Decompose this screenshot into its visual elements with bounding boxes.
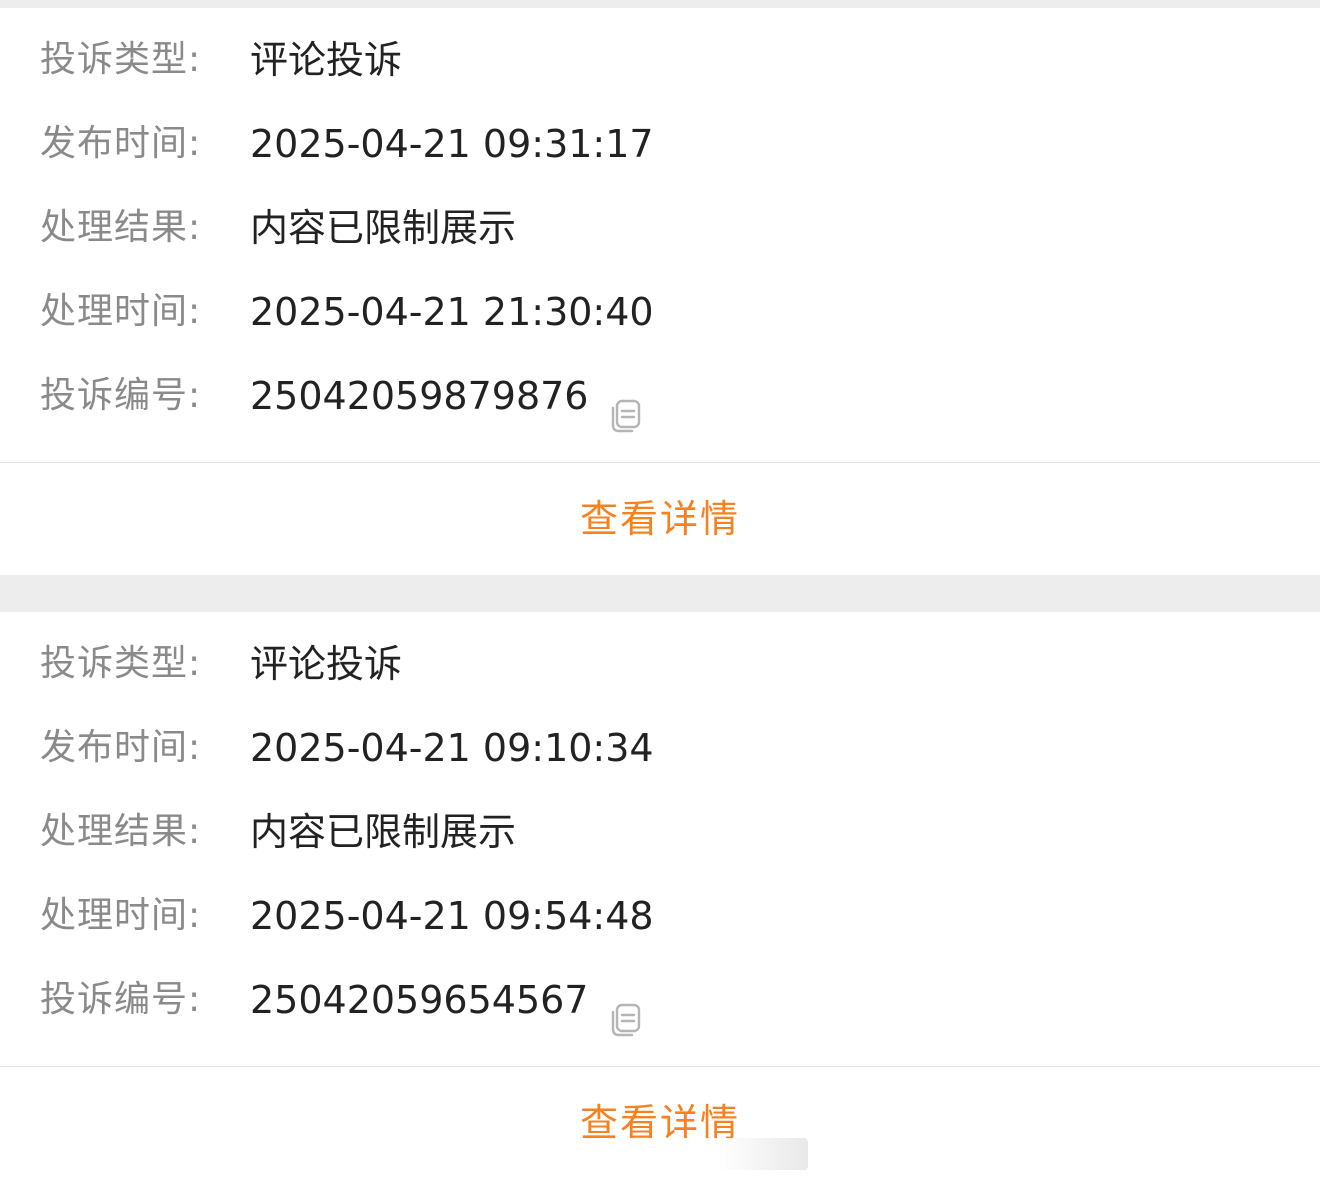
view-details-button[interactable]: 查看详情 (0, 463, 1320, 575)
handle-time-row: 处理时间: 2025-04-21 21:30:40 (0, 270, 1320, 354)
complaint-type-value: 评论投诉 (250, 642, 403, 686)
handle-time-row: 处理时间: 2025-04-21 09:54:48 (0, 874, 1320, 958)
complaint-card: 投诉类型: 评论投诉 发布时间: 2025-04-21 09:10:34 处理结… (0, 612, 1320, 1180)
copy-icon[interactable] (608, 982, 644, 1037)
handle-time-label: 处理时间: (40, 291, 202, 332)
complaint-type-label: 投诉类型: (40, 643, 202, 684)
publish-time-value: 2025-04-21 09:10:34 (250, 726, 654, 770)
complaint-id-row: 投诉编号: 25042059654567 (0, 958, 1320, 1042)
complaint-type-row: 投诉类型: 评论投诉 (0, 622, 1320, 706)
publish-time-label: 发布时间: (40, 123, 202, 164)
result-row: 处理结果: 内容已限制展示 (0, 790, 1320, 874)
watermark-overlay (508, 1138, 808, 1170)
complaint-id-value: 25042059654567 (250, 978, 589, 1022)
handle-time-value: 2025-04-21 09:54:48 (250, 894, 654, 938)
result-value: 内容已限制展示 (250, 206, 517, 250)
publish-time-value: 2025-04-21 09:31:17 (250, 122, 654, 166)
result-label: 处理结果: (40, 811, 202, 852)
complaint-id-row: 投诉编号: 25042059879876 (0, 354, 1320, 438)
complaint-id-value-wrap: 25042059879876 (250, 354, 644, 438)
result-value: 内容已限制展示 (250, 810, 517, 854)
complaint-type-row: 投诉类型: 评论投诉 (0, 18, 1320, 102)
complaint-card: 投诉类型: 评论投诉 发布时间: 2025-04-21 09:31:17 处理结… (0, 8, 1320, 575)
result-label: 处理结果: (40, 207, 202, 248)
handle-time-value: 2025-04-21 21:30:40 (250, 290, 654, 334)
complaint-id-label: 投诉编号: (40, 375, 202, 416)
copy-icon[interactable] (608, 378, 644, 433)
handle-time-label: 处理时间: (40, 895, 202, 936)
complaint-info: 投诉类型: 评论投诉 发布时间: 2025-04-21 09:31:17 处理结… (0, 8, 1320, 463)
complaint-type-value: 评论投诉 (250, 38, 403, 82)
complaint-type-label: 投诉类型: (40, 39, 202, 80)
result-row: 处理结果: 内容已限制展示 (0, 186, 1320, 270)
publish-time-row: 发布时间: 2025-04-21 09:31:17 (0, 102, 1320, 186)
publish-time-label: 发布时间: (40, 727, 202, 768)
complaint-info: 投诉类型: 评论投诉 发布时间: 2025-04-21 09:10:34 处理结… (0, 612, 1320, 1067)
complaint-id-value-wrap: 25042059654567 (250, 958, 644, 1042)
complaint-id-value: 25042059879876 (250, 374, 589, 418)
complaint-id-label: 投诉编号: (40, 979, 202, 1020)
publish-time-row: 发布时间: 2025-04-21 09:10:34 (0, 706, 1320, 790)
